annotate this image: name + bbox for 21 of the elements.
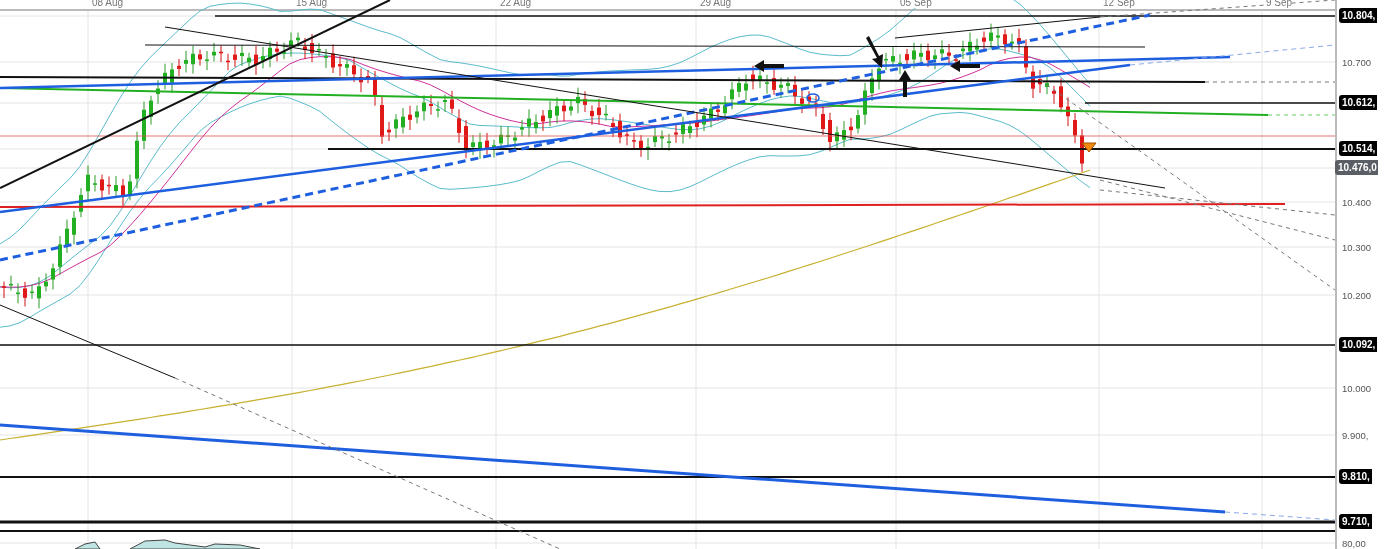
price-level-label: 9.710, [1339, 514, 1372, 529]
arrow-icon [866, 36, 883, 68]
date-label: 15 Aug [296, 0, 328, 8]
price-tick-label: 10.400 [1342, 196, 1372, 210]
arrow-icon [950, 60, 980, 72]
price-level-label: 10.612, [1339, 95, 1378, 110]
circle-marker-icon [806, 93, 820, 103]
price-tick-label: 10.700 [1342, 56, 1372, 70]
arrow-icon [899, 70, 911, 97]
price-tick-label: 9.900, [1342, 429, 1369, 443]
price-level-label: 10.514, [1339, 141, 1378, 156]
triangle-marker-icon [1081, 142, 1097, 153]
current-price-label: 10.476,0 [1335, 160, 1378, 175]
price-tick-label: 10.000 [1342, 382, 1372, 396]
arrow-icon [754, 60, 784, 72]
price-tick-label: 10.200 [1342, 289, 1372, 303]
price-tick-label: 10.300 [1342, 241, 1372, 255]
price-level-label: 10.804, [1339, 8, 1378, 23]
price-level-label: 9.810, [1339, 469, 1372, 484]
price-level-label: 10.092, [1339, 337, 1378, 352]
price-tick-label: 80,00 [1342, 537, 1366, 549]
